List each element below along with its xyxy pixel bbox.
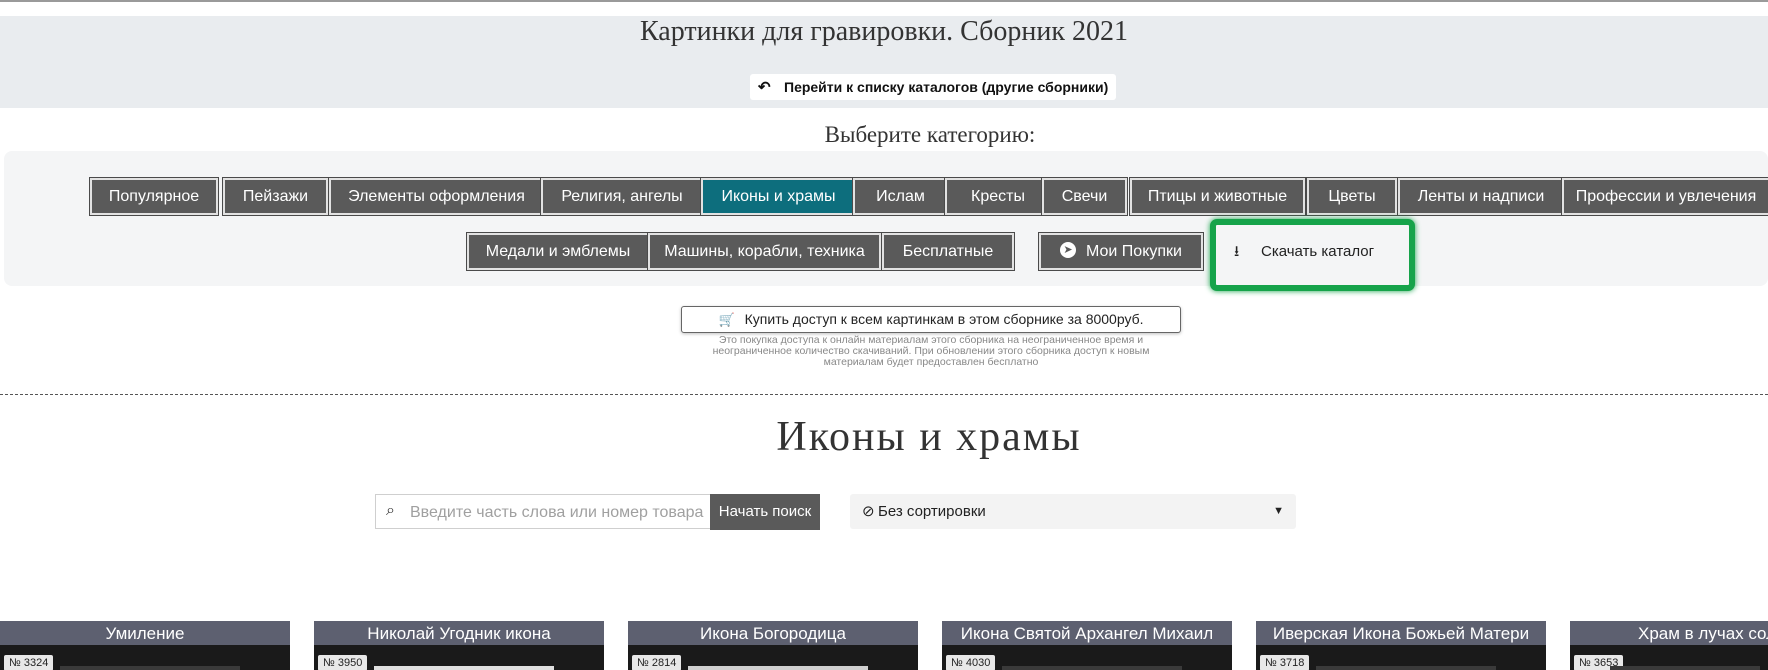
category-professions-hobbies[interactable]: Профессии и увлечения	[1562, 178, 1768, 215]
cart-icon: 🛒	[718, 312, 735, 327]
buy-access-note: Это покупка доступа к онлайн материалам …	[712, 334, 1150, 368]
download-catalog-highlight: ⭳ Скачать каталог	[1210, 219, 1415, 291]
category-free[interactable]: Бесплатные	[882, 233, 1014, 270]
search-box: ⌕	[375, 494, 710, 530]
product-number-badge: № 3718	[1260, 655, 1310, 670]
product-thumbnail	[1610, 666, 1760, 670]
category-design-elements[interactable]: Элементы оформления	[329, 178, 544, 215]
product-number-badge: № 3950	[318, 655, 368, 670]
search-button[interactable]: Начать поиск	[710, 494, 820, 530]
category-islam[interactable]: Ислам	[853, 178, 948, 215]
product-card[interactable]: Иверская Икона Божьей Матери № 3718	[1256, 621, 1546, 670]
section-divider	[0, 394, 1768, 395]
top-border	[0, 0, 1768, 2]
product-title: Храм в лучах солнца	[1570, 621, 1768, 645]
back-to-catalogs-link[interactable]: ↶ Перейти к списку каталогов (другие сбор…	[750, 74, 1117, 100]
product-number-badge: № 2814	[632, 655, 682, 670]
choose-category-label: Выберите категорию:	[824, 122, 1036, 147]
category-landscapes[interactable]: Пейзажи	[223, 178, 328, 215]
chevron-down-icon: ▼	[1273, 505, 1284, 517]
product-number-badge: № 4030	[946, 655, 996, 670]
buy-access-label: Купить доступ к всем картинкам в этом сб…	[744, 311, 1144, 327]
sort-select[interactable]: ⊘ Без сортировки ▼	[850, 494, 1296, 529]
category-birds-animals[interactable]: Птицы и животные	[1130, 178, 1305, 215]
download-catalog-button[interactable]: ⭳ Скачать каталог	[1234, 237, 1374, 267]
category-icons-temples[interactable]: Иконы и храмы	[701, 178, 856, 215]
buy-access-button[interactable]: 🛒 Купить доступ к всем картинкам в этом с…	[681, 306, 1181, 333]
compass-icon: ➤	[1060, 241, 1077, 258]
product-title: Николай Угодник икона	[314, 621, 604, 645]
category-ribbons-inscriptions[interactable]: Ленты и надписи	[1398, 178, 1564, 215]
category-candles[interactable]: Свечи	[1042, 178, 1127, 215]
product-card[interactable]: Икона Богородица № 2814	[628, 621, 918, 670]
product-thumbnail	[1316, 666, 1496, 670]
product-card[interactable]: Умиление № 3324	[0, 621, 290, 670]
download-catalog-label: Скачать каталог	[1261, 243, 1375, 260]
my-purchases-label: Мои Покупки	[1086, 243, 1182, 260]
product-thumbnail	[1002, 666, 1182, 670]
product-title: Умиление	[0, 621, 290, 645]
product-card[interactable]: Храм в лучах солнца № 3653	[1570, 621, 1768, 670]
category-crosses[interactable]: Кресты	[945, 178, 1051, 215]
product-title: Икона Святой Архангел Михаил	[942, 621, 1232, 645]
search-input[interactable]	[408, 495, 710, 530]
search-icon: ⌕	[386, 502, 395, 519]
my-purchases-button[interactable]: ➤ Мои Покупки	[1039, 233, 1203, 270]
reply-arrow-icon: ↶	[758, 79, 771, 96]
product-card[interactable]: Николай Угодник икона № 3950	[314, 621, 604, 670]
category-religion-angels[interactable]: Религия, ангелы	[541, 178, 703, 215]
product-thumbnail	[688, 666, 868, 670]
section-title: Иконы и храмы	[776, 414, 1082, 460]
category-flowers[interactable]: Цветы	[1307, 178, 1397, 215]
product-thumbnail	[60, 666, 240, 670]
category-popular[interactable]: Популярное	[90, 178, 218, 215]
product-thumbnail	[374, 666, 554, 670]
product-title: Икона Богородица	[628, 621, 918, 645]
back-link-label: Перейти к списку каталогов (другие сборн…	[784, 79, 1109, 95]
product-title: Иверская Икона Божьей Матери	[1256, 621, 1546, 645]
sort-selected-label: Без сортировки	[878, 503, 986, 520]
product-card[interactable]: Икона Святой Архангел Михаил № 4030	[942, 621, 1232, 670]
page-title: Картинки для гравировки. Сборник 2021	[639, 16, 1129, 47]
download-icon: ⭳	[1234, 243, 1240, 260]
product-number-badge: № 3324	[4, 655, 54, 670]
category-vehicles-ships[interactable]: Машины, корабли, техника	[648, 233, 881, 270]
category-medals-emblems[interactable]: Медали и эмблемы	[467, 233, 649, 270]
no-sort-icon: ⊘	[862, 503, 875, 520]
